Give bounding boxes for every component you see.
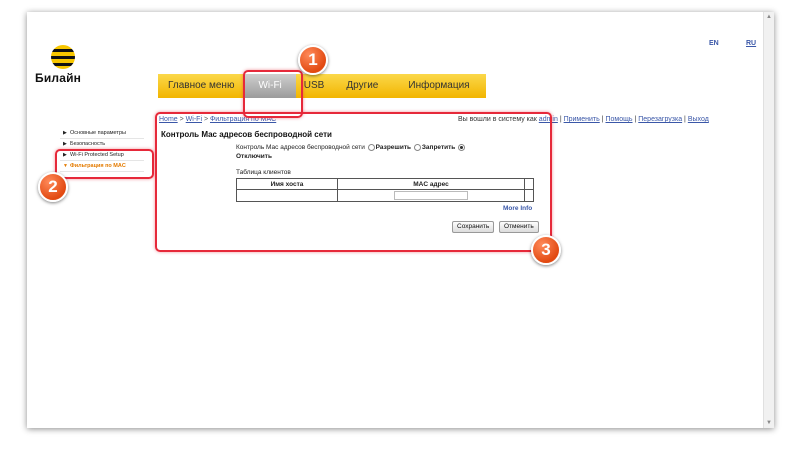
lang-ru-link[interactable]: RU — [746, 40, 756, 47]
step-1-badge: 1 — [298, 45, 328, 75]
reboot-link[interactable]: Перезагрузка — [638, 116, 682, 123]
help-link[interactable]: Помощь — [605, 116, 632, 123]
arrow-right-icon: ▶ — [63, 141, 67, 147]
arrow-right-icon: ▶ — [63, 130, 67, 136]
sidebar-item-label: Безопасность — [70, 141, 106, 147]
nav-main-menu[interactable]: Главное меню — [158, 74, 245, 98]
lang-en-link[interactable]: EN — [709, 40, 719, 47]
apply-link[interactable]: Применить — [564, 116, 600, 123]
vertical-scrollbar[interactable]: ▲ ▼ — [763, 12, 774, 428]
highlight-panel — [155, 112, 552, 252]
browser-viewport: Билайн EN RU Главное меню Wi-Fi USB Друг… — [27, 12, 774, 428]
highlight-mac-filter — [55, 149, 154, 179]
bee-icon — [51, 45, 75, 69]
step-3-badge: 3 — [531, 235, 561, 265]
logo-text: Билайн — [35, 71, 82, 85]
sidebar-item-basic[interactable]: ▶ Основные параметры — [60, 128, 144, 139]
logout-link[interactable]: Выход — [688, 116, 709, 123]
highlight-wifi-tab — [243, 70, 303, 118]
scroll-down-icon[interactable]: ▼ — [765, 419, 773, 427]
nav-other[interactable]: Другие — [332, 74, 393, 98]
scroll-up-icon[interactable]: ▲ — [765, 13, 773, 21]
sidebar-item-label: Основные параметры — [70, 130, 126, 136]
nav-info[interactable]: Информация — [392, 74, 486, 98]
step-2-badge: 2 — [38, 172, 68, 202]
main-nav: Главное меню Wi-Fi USB Другие Информация — [158, 74, 486, 98]
